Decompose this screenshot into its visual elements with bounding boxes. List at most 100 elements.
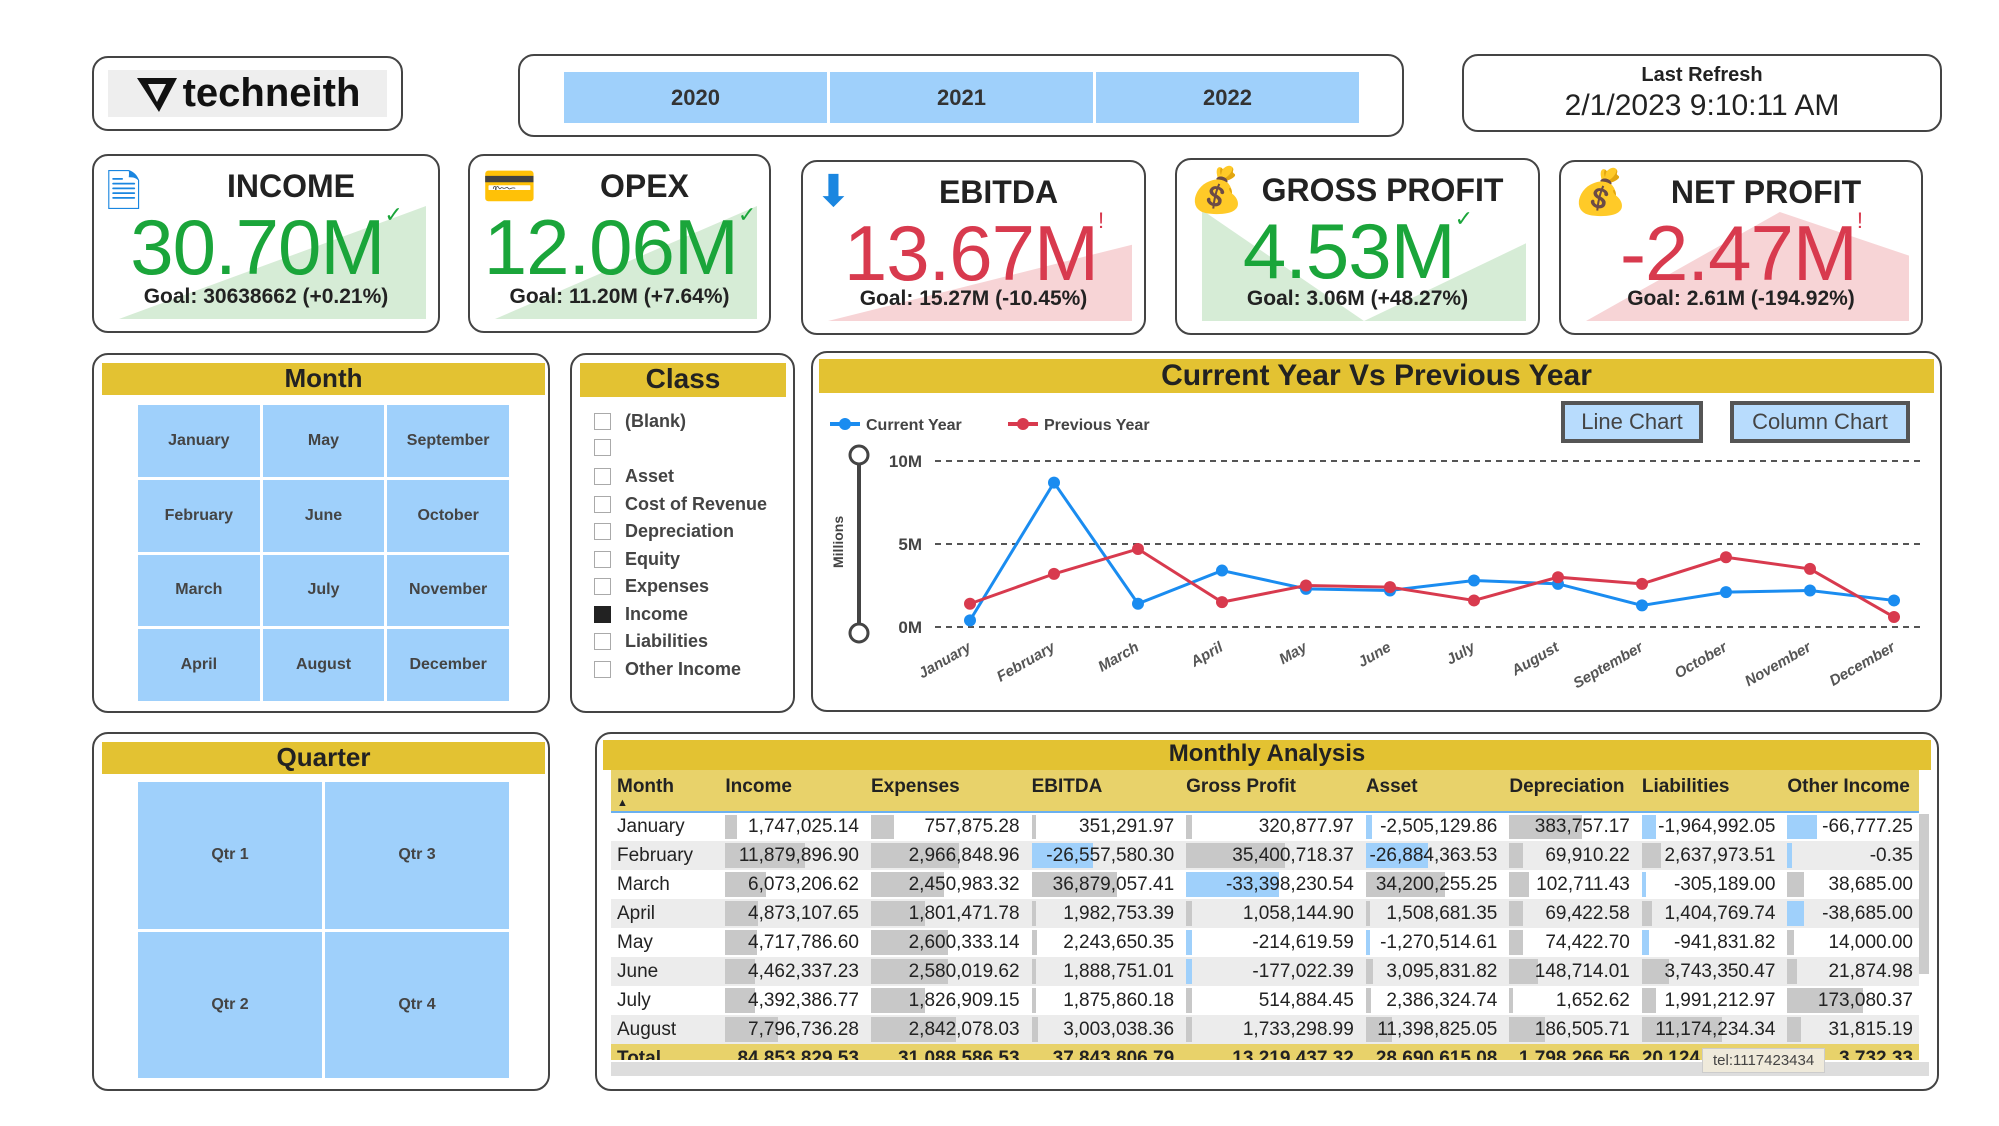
class-option[interactable]: Cost of Revenue [594,494,767,515]
kpi-value-text: -2.47M [1620,209,1858,297]
class-option-label: Asset [625,466,675,486]
column-header-liabilities[interactable]: Liabilities [1635,770,1782,813]
column-header-label: Depreciation [1509,776,1625,797]
kpi-title: INCOME [227,168,355,204]
cell-text: 1,826,909.15 [908,989,1020,1011]
cell-liabilities: 2,637,973.51 [1635,841,1782,870]
month-slicer: Month January May September February June Oct… [92,353,550,713]
month-option-january[interactable]: January [138,405,260,477]
cell-text: February [617,844,694,866]
data-bar [1365,988,1372,1013]
data-bar [1186,988,1192,1013]
month-option-october[interactable]: October [387,479,509,552]
cell-month: January [611,812,719,841]
table-row: May 4,717,786.60 2,600,333.14 2,243,650.35 -… [611,928,1919,957]
year-button-2020[interactable]: 2020 [564,72,827,123]
checkbox[interactable] [594,413,611,430]
month-option-june[interactable]: June [262,479,385,552]
kpi-goal: Goal: 11.20M (+7.64%) [509,285,730,308]
cell-text: May [617,931,653,953]
class-option-label: Expenses [625,576,710,596]
checkbox[interactable] [594,633,611,650]
cell-text: 186,505.71 [1534,1018,1630,1040]
kpi-card-income: 🗎 INCOME 30.70M✓ Goal: 30638662 (+0.21%) [92,154,440,333]
data-bar [1186,930,1192,955]
column-header-asset[interactable]: Asset [1359,770,1504,813]
month-option-april[interactable]: April [138,629,260,701]
line-chart-card: Current Year Vs Previous Year Line Chart… [811,351,1942,712]
cell-other-income: 173,080.37 [1781,986,1919,1015]
line-chart-button[interactable]: Line Chart [1561,401,1703,443]
cell-text: 2,386,324.74 [1386,989,1498,1011]
column-header-label: EBITDA [1031,776,1103,797]
month-option-july[interactable]: July [262,554,385,627]
year-button-2021[interactable]: 2021 [830,72,1093,123]
class-option[interactable]: (Blank) [594,411,686,432]
class-option[interactable]: Equity [594,549,680,570]
class-option[interactable]: Income [594,604,688,625]
column-chart-button[interactable]: Column Chart [1730,401,1910,443]
cell-text: 1,801,471.78 [908,902,1020,924]
quarter-option-qtr-2[interactable]: Qtr 2 [138,931,322,1078]
class-option[interactable] [594,438,625,456]
checkbox[interactable] [594,468,611,485]
data-bar [1509,959,1538,984]
quarter-option-qtr-4[interactable]: Qtr 4 [325,931,509,1078]
month-option-november[interactable]: November [387,554,509,627]
class-option[interactable]: Other Income [594,659,741,680]
data-bar [1186,815,1192,839]
column-header-depreciation[interactable]: Depreciation [1503,770,1636,813]
checkbox[interactable] [594,578,611,595]
cell-text: 4,873,107.65 [748,902,859,924]
data-bar [1641,872,1647,897]
cell-income: 1,747,025.14 [719,812,865,841]
total-income: 84,853,829.53 [719,1044,865,1060]
table-row: February 11,879,896.90 2,966,848.96 -26,557… [611,841,1919,870]
checkbox[interactable] [594,550,611,568]
exclamation-icon: ! [1098,208,1104,233]
cell-text: -26,884,363.53 [1369,844,1498,866]
month-option-may[interactable]: May [262,405,385,477]
column-header-ebitda[interactable]: EBITDA [1025,770,1181,813]
table-row: August 7,796,736.28 2,842,078.03 3,003,038.… [611,1015,1919,1044]
vertical-scrollbar[interactable] [1919,814,1929,974]
column-header-gross-profit[interactable]: Gross Profit [1180,770,1360,813]
data-bar [1365,815,1372,839]
class-option[interactable]: Liabilities [594,631,708,652]
total-gross-profit: 13,219,437.32 [1180,1044,1360,1060]
data-bar [725,815,738,839]
checkbox[interactable] [594,605,611,623]
checkbox[interactable] [594,523,611,540]
cell-text: 1,404,769.74 [1664,902,1776,924]
data-bar [1031,1017,1039,1042]
cell-income: 4,873,107.65 [719,899,865,928]
class-option[interactable]: Expenses [594,576,709,597]
month-option-august[interactable]: August [262,629,385,701]
column-header-income[interactable]: Income [719,770,865,813]
month-option-december[interactable]: December [387,629,509,701]
month-option-march[interactable]: March [138,554,260,627]
column-header-other-income[interactable]: Other Income [1781,770,1919,813]
cell-ebitda: 1,982,753.39 [1025,899,1181,928]
cell-text: 74,422.70 [1545,931,1630,953]
cell-text: April [617,902,656,924]
checkbox[interactable] [594,495,611,513]
quarter-option-qtr-1[interactable]: Qtr 1 [138,782,322,929]
kpi-value: -2.47M! [1561,208,1921,299]
column-header-month[interactable]: Month ▲ [611,770,720,813]
month-option-september[interactable]: September [387,405,509,477]
month-option-february[interactable]: February [138,479,260,552]
quarter-option-qtr-3[interactable]: Qtr 3 [325,782,509,929]
cell-liabilities: 1,404,769.74 [1635,899,1782,928]
class-option[interactable]: Depreciation [594,521,734,542]
data-bar [1641,988,1657,1013]
cell-depreciation: 102,711.43 [1503,870,1636,899]
year-button-2022[interactable]: 2022 [1096,72,1359,123]
cell-expenses: 1,801,471.78 [864,899,1026,928]
checkbox[interactable] [594,660,611,678]
class-option[interactable]: Asset [594,466,674,487]
checkbox[interactable] [594,438,611,456]
cell-expenses: 2,966,848.96 [864,841,1026,870]
cell-text: 11,398,825.05 [1377,1018,1498,1040]
column-header-expenses[interactable]: Expenses [864,770,1026,813]
